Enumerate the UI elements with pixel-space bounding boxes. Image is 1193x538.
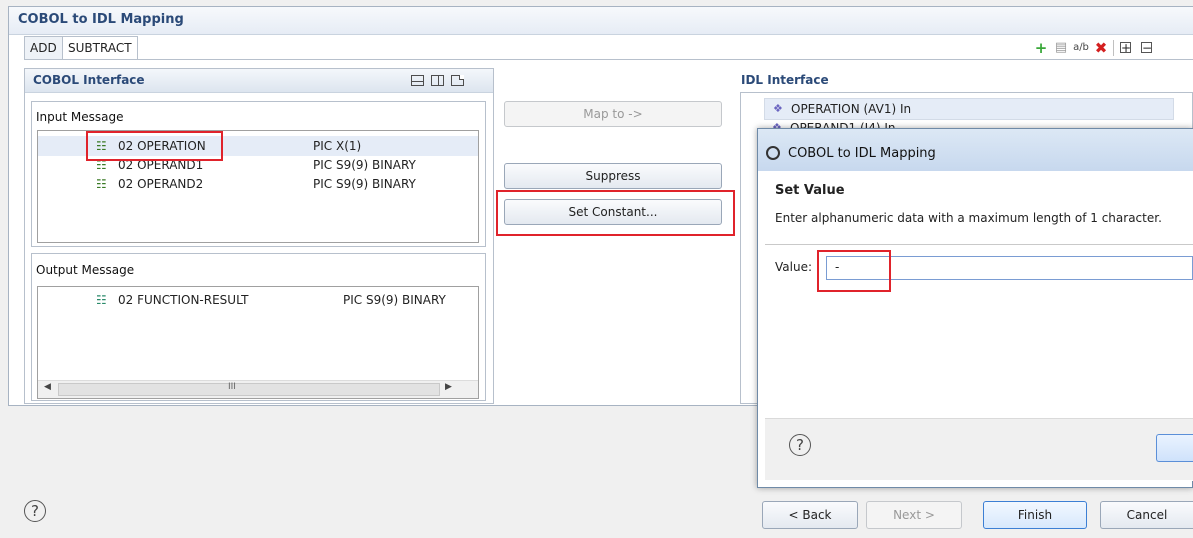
scrollbar-thumb[interactable] xyxy=(58,383,440,396)
tree-row-operand2[interactable]: ☷ 02 OPERAND2 PIC S9(9) BINARY xyxy=(38,174,478,194)
copy-icon[interactable]: ▤ xyxy=(1053,40,1069,56)
toolbar-separator xyxy=(1113,40,1114,56)
idl-parameter-icon: ❖ xyxy=(773,102,783,115)
idl-row-operation[interactable]: ❖ OPERATION (AV1) In xyxy=(764,98,1174,120)
editor-title-bar xyxy=(9,7,1193,35)
dialog-divider xyxy=(765,244,1193,245)
dialog-button-bar xyxy=(765,418,1193,480)
dialog-title: COBOL to IDL Mapping xyxy=(788,146,936,161)
vertical-layout-icon[interactable] xyxy=(431,75,444,86)
finish-button[interactable]: Finish xyxy=(983,501,1087,529)
idl-interface-title: IDL Interface xyxy=(741,73,829,87)
rename-icon[interactable]: a∕b xyxy=(1073,40,1089,56)
collapse-all-icon[interactable]: − xyxy=(1141,42,1152,54)
next-button[interactable]: Next > xyxy=(866,501,962,529)
dialog-ok-button[interactable] xyxy=(1156,434,1193,462)
highlight-box-value xyxy=(817,250,891,292)
cobol-field-icon: ☷ xyxy=(96,293,107,307)
scroll-right-icon[interactable]: ▶ xyxy=(445,382,452,392)
field-pic: PIC S9(9) BINARY xyxy=(343,293,446,307)
cobol-interface-title: COBOL Interface xyxy=(33,73,145,87)
highlight-box-set-constant xyxy=(496,190,735,236)
single-layout-icon[interactable] xyxy=(451,75,464,86)
input-message-label: Input Message xyxy=(36,110,124,124)
horizontal-layout-icon[interactable] xyxy=(411,75,424,86)
output-message-label: Output Message xyxy=(36,263,135,277)
tab-add[interactable]: ADD xyxy=(24,36,63,60)
help-icon[interactable]: ? xyxy=(24,500,46,522)
back-button[interactable]: < Back xyxy=(762,501,858,529)
field-pic: PIC X(1) xyxy=(313,139,362,153)
cancel-button[interactable]: Cancel xyxy=(1100,501,1193,529)
dialog-description: Enter alphanumeric data with a maximum l… xyxy=(775,211,1162,225)
field-pic: PIC S9(9) BINARY xyxy=(313,158,416,172)
highlight-box-operation xyxy=(86,131,223,161)
suppress-button[interactable]: Suppress xyxy=(504,163,722,189)
tree-row-function-result[interactable]: ☷ 02 FUNCTION-RESULT PIC S9(9) BINARY xyxy=(38,290,478,310)
scrollbar-grip: III xyxy=(228,382,236,392)
scroll-left-icon[interactable]: ◀ xyxy=(44,382,51,392)
delete-icon[interactable]: ✖ xyxy=(1093,40,1109,56)
output-message-tree[interactable]: ☷ 02 FUNCTION-RESULT PIC S9(9) BINARY ◀ … xyxy=(37,286,479,399)
expand-all-icon[interactable]: + xyxy=(1120,42,1131,54)
field-pic: PIC S9(9) BINARY xyxy=(313,177,416,191)
app-icon xyxy=(766,146,780,160)
value-label: Value: xyxy=(775,260,812,274)
dialog-help-icon[interactable]: ? xyxy=(789,434,811,456)
editor-title: COBOL to IDL Mapping xyxy=(18,12,184,27)
dialog-heading: Set Value xyxy=(775,183,845,198)
cobol-field-icon: ☷ xyxy=(96,177,107,191)
idl-row-text: OPERATION (AV1) In xyxy=(791,102,912,116)
horizontal-scrollbar[interactable]: ◀ III ▶ xyxy=(38,380,478,398)
add-icon[interactable]: + xyxy=(1033,40,1049,56)
field-name: 02 FUNCTION-RESULT xyxy=(118,293,249,307)
tab-divider xyxy=(24,59,1193,60)
field-name: 02 OPERAND2 xyxy=(118,177,204,191)
map-to-button[interactable]: Map to -> xyxy=(504,101,722,127)
tab-subtract[interactable]: SUBTRACT xyxy=(62,36,138,60)
